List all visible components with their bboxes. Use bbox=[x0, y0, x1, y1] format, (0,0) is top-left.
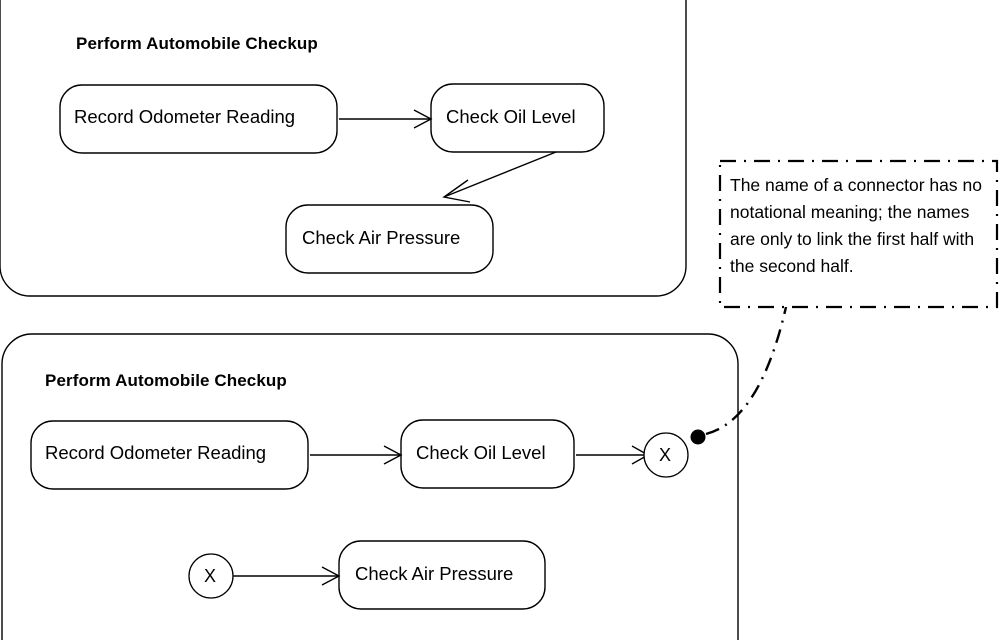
bot-flow-connector-to-air bbox=[233, 566, 341, 586]
connector-note-text: The name of a connector has no notationa… bbox=[730, 175, 982, 276]
bot-check-oil-label: Check Oil Level bbox=[416, 442, 546, 463]
bot-flow-oil-to-connector bbox=[576, 445, 650, 465]
bot-flow-odometer-to-oil bbox=[310, 445, 403, 465]
top-check-oil-label: Check Oil Level bbox=[446, 106, 576, 127]
connector-out-x-label: X bbox=[659, 445, 672, 465]
bot-record-odometer-label: Record Odometer Reading bbox=[45, 442, 267, 463]
diagram-canvas: Perform Automobile Checkup Record Odomet… bbox=[0, 0, 1000, 640]
top-check-air-label: Check Air Pressure bbox=[302, 227, 461, 248]
top-flow-odometer-to-oil bbox=[339, 109, 433, 129]
frame-top-title: Perform Automobile Checkup bbox=[76, 34, 318, 53]
note-anchor-dot bbox=[690, 429, 706, 445]
top-record-odometer-label: Record Odometer Reading bbox=[74, 106, 296, 127]
frame-bottom-title: Perform Automobile Checkup bbox=[45, 371, 287, 390]
note-leader-line bbox=[705, 306, 788, 436]
diagram-vector-layer bbox=[0, 0, 999, 640]
top-flow-oil-to-air bbox=[442, 151, 557, 203]
bot-check-air-label: Check Air Pressure bbox=[355, 563, 514, 584]
connector-in-x-label: X bbox=[204, 566, 217, 586]
